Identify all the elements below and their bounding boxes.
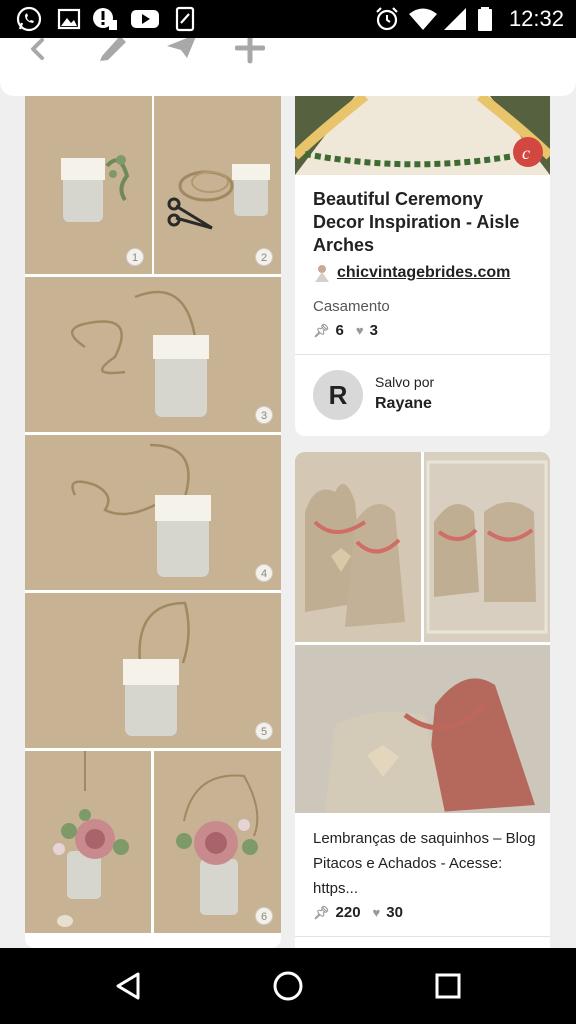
- pin-title[interactable]: Beautiful Ceremony Decor Inspiration - A…: [313, 188, 538, 257]
- step-number: 1: [126, 248, 144, 266]
- jar-hanger-image: [123, 601, 190, 736]
- nav-back-button[interactable]: [108, 966, 148, 1006]
- divider: [295, 354, 550, 355]
- jar-twine-image: [71, 290, 209, 417]
- like-count: 30: [386, 904, 403, 921]
- source-avatar-icon: [315, 265, 329, 282]
- signal-icon: [444, 8, 466, 30]
- status-bar: 12:32: [0, 0, 576, 38]
- back-triangle-icon: [116, 972, 140, 1000]
- step-number: 5: [255, 722, 273, 740]
- step-image-6b: 6: [154, 751, 281, 933]
- step-image-2: 2: [154, 96, 281, 274]
- system-nav-bar: [0, 948, 576, 1024]
- divider: [295, 936, 550, 937]
- pin-feed[interactable]: 1 2 3 4 5 6 c Beautiful Ceremony Decor I…: [0, 96, 576, 948]
- pin-image: c: [295, 96, 550, 175]
- jar-flowers-image: [53, 751, 129, 927]
- step-number: 6: [255, 907, 273, 925]
- step-image-5: 5: [25, 593, 281, 748]
- whatsapp-icon: [16, 6, 42, 32]
- pin-toolbar: [0, 38, 576, 96]
- home-circle-icon: [273, 971, 303, 1001]
- pin-save-icon: 📌︎: [313, 322, 330, 338]
- alarm-icon: [376, 7, 398, 31]
- saved-by-label: Salvo por: [375, 374, 435, 390]
- save-count: 6: [335, 322, 344, 339]
- edit-icon: [100, 38, 126, 61]
- source-domain[interactable]: chicvintagebrides.com: [337, 264, 510, 282]
- pin-jar-tutorial[interactable]: 1 2 3 4 5 6: [25, 96, 281, 948]
- battery-icon: [478, 7, 492, 31]
- burlap-bags-image: [295, 452, 421, 642]
- heart-icon: ♥: [355, 323, 364, 338]
- pin-stats: 📌︎ 6 ♥ 3: [313, 322, 378, 339]
- aisle-image: c: [295, 96, 550, 175]
- step-image-4: 4: [25, 435, 281, 590]
- pin-image-right: [424, 452, 550, 642]
- avatar[interactable]: R: [313, 370, 363, 420]
- youtube-icon: [131, 10, 159, 28]
- edit-button[interactable]: [92, 38, 132, 70]
- step-number: 3: [255, 406, 273, 424]
- svg-text:c: c: [522, 143, 530, 163]
- screen: 12:32 1 2 3 4 5 6 c Beautiful Ceremony D…: [0, 0, 576, 1024]
- step-number: 4: [255, 564, 273, 582]
- pin-save-icon: 📌︎: [313, 904, 330, 920]
- save-count: 220: [335, 904, 361, 921]
- like-count: 3: [369, 322, 378, 339]
- nav-home-button[interactable]: [268, 966, 308, 1006]
- step-number: 2: [255, 248, 273, 266]
- saved-by-user[interactable]: Rayane: [375, 395, 432, 413]
- wifi-icon: [409, 8, 437, 30]
- alert-icon: [93, 8, 117, 30]
- nav-recents-button[interactable]: [428, 966, 468, 1006]
- back-icon: [31, 38, 44, 60]
- step-image-3: 3: [25, 277, 281, 432]
- pin-image-left: [295, 452, 421, 642]
- recents-square-icon: [435, 973, 461, 999]
- sim-app-icon: [175, 6, 195, 32]
- heart-icon: ♥: [372, 905, 381, 920]
- add-button[interactable]: [230, 38, 270, 70]
- back-button[interactable]: [18, 38, 58, 70]
- jar-tied-image: [71, 443, 211, 577]
- jar-flowers-handle-image: [176, 774, 259, 915]
- pin-stats: 📌︎ 220 ♥ 30: [313, 904, 403, 921]
- add-icon: [235, 38, 265, 64]
- burlap-bags-tray-image: [424, 452, 550, 642]
- send-icon: [167, 38, 196, 58]
- pin-ceremony-decor[interactable]: c Beautiful Ceremony Decor Inspiration -…: [295, 96, 550, 436]
- pin-image-bottom: [295, 645, 550, 813]
- gallery-icon: [57, 8, 81, 30]
- status-time: 12:32: [508, 6, 564, 31]
- step-image-1: 1: [25, 96, 152, 274]
- pin-description[interactable]: Lembranças de saquinhos – Blog Pitacos e…: [313, 826, 538, 901]
- step-image-6a: [25, 751, 151, 933]
- pink-bag-image: [295, 645, 550, 813]
- board-name[interactable]: Casamento: [313, 298, 390, 315]
- pin-source[interactable]: chicvintagebrides.com: [313, 264, 510, 282]
- pin-saquinhos[interactable]: Lembranças de saquinhos – Blog Pitacos e…: [295, 452, 550, 948]
- send-button[interactable]: [162, 38, 202, 70]
